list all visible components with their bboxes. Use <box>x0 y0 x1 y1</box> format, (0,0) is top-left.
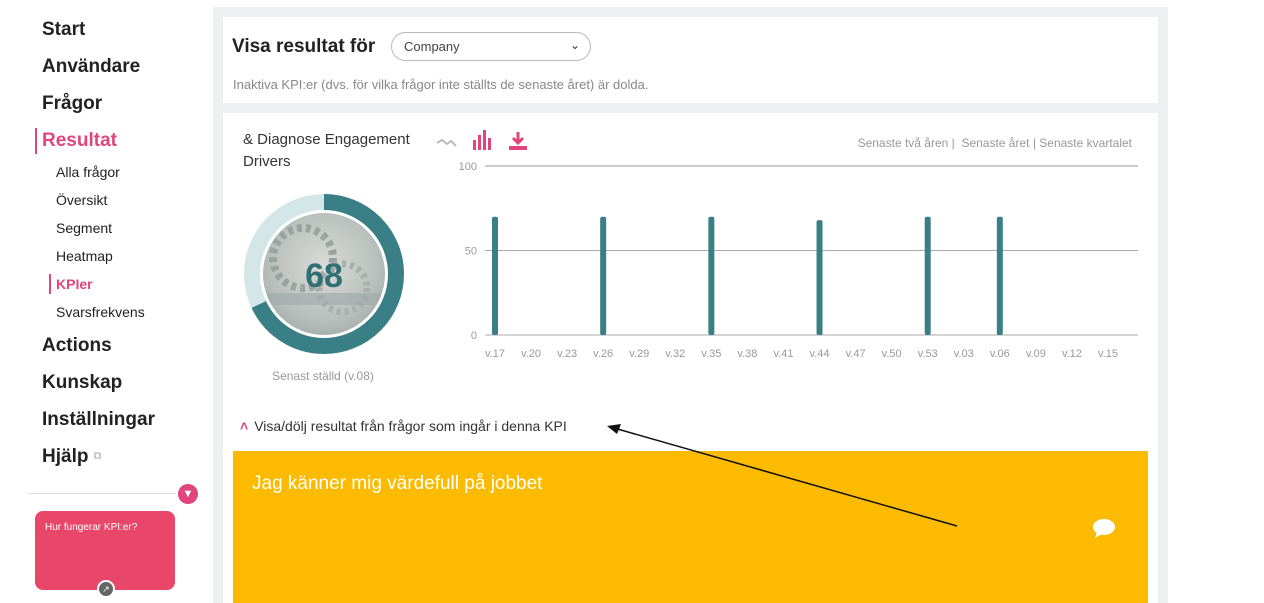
chart-bar[interactable] <box>924 216 931 335</box>
x-tick-label: v.17 <box>485 348 505 360</box>
last-asked-label: Senast ställd (v.08) <box>272 369 374 383</box>
kpi-title: & Diagnose Engagement Drivers <box>243 131 410 170</box>
active-indicator <box>35 128 37 154</box>
bar-chart-icon[interactable] <box>472 130 492 150</box>
kpi-card: & Diagnose Engagement Drivers 68 Senast … <box>223 113 1158 603</box>
x-tick-label: v.41 <box>773 348 793 360</box>
subnav-svarsfrekvens[interactable]: Svarsfrekvens <box>56 304 145 320</box>
x-tick-label: v.20 <box>521 348 541 360</box>
chart-bar[interactable] <box>492 216 498 335</box>
period-last-year[interactable]: Senaste året <box>961 136 1029 150</box>
x-tick-label: v.29 <box>629 348 649 360</box>
org-select-value: Company <box>404 39 460 54</box>
x-tick-label: v.35 <box>701 348 721 360</box>
comment-icon[interactable] <box>1091 518 1117 540</box>
sidebar-divider <box>28 493 176 494</box>
nav-installningar[interactable]: Inställningar <box>42 409 155 431</box>
y-tick-label: 50 <box>465 246 477 258</box>
line-chart-icon[interactable] <box>436 135 458 149</box>
toggle-questions[interactable]: ˄ Visa/dölj resultat från frågor som ingå… <box>240 418 567 434</box>
x-tick-label: v.47 <box>846 348 866 360</box>
chart-bar[interactable] <box>708 216 715 335</box>
y-tick-label: 100 <box>459 161 477 173</box>
filter-card: Visa resultat för Company ⌄ Inaktiva KPI… <box>223 17 1158 103</box>
chart-bar[interactable] <box>816 220 823 335</box>
x-tick-label: v.03 <box>954 348 974 360</box>
filter-title: Visa resultat för <box>232 36 376 57</box>
inactive-kpi-note: Inaktiva KPI:er (dvs. för vilka frågor i… <box>233 77 649 92</box>
subnav-segment[interactable]: Segment <box>56 220 112 236</box>
subnav-oversikt[interactable]: Översikt <box>56 192 107 208</box>
sidebar: Start Användare Frågor Resultat Alla frå… <box>0 0 212 603</box>
subnav-alla-fragor[interactable]: Alla frågor <box>56 164 120 180</box>
x-tick-label: v.23 <box>557 348 577 360</box>
nav-hjalp-label: Hjälp <box>42 446 89 467</box>
y-tick-label: 0 <box>471 330 477 342</box>
external-link-icon: ⧉ <box>93 450 102 462</box>
x-tick-label: v.50 <box>882 348 902 360</box>
toggle-questions-label: Visa/dölj resultat från frågor som ingår… <box>254 418 567 434</box>
x-tick-label: v.38 <box>737 348 757 360</box>
org-select[interactable]: Company ⌄ <box>391 32 591 61</box>
subnav-heatmap[interactable]: Heatmap <box>56 248 113 264</box>
nav-anvandare[interactable]: Användare <box>42 56 140 78</box>
kpi-bar-chart: 0 50 100 v.17 v.20 v.23 v.26 v.29 v.32 v.35 v.38 v.… <box>459 161 1138 360</box>
nav-actions[interactable]: Actions <box>42 335 112 357</box>
help-card-text: Hur fungerar KPI:er? <box>45 522 138 533</box>
expand-arrow-icon[interactable]: ↗ <box>97 580 115 598</box>
period-two-years[interactable]: Senaste två åren <box>858 136 949 150</box>
kpi-score-gauge: 68 <box>244 194 404 354</box>
nav-fragor[interactable]: Frågor <box>42 93 102 115</box>
x-tick-label: v.53 <box>918 348 938 360</box>
x-tick-label: v.12 <box>1062 348 1082 360</box>
download-icon[interactable] <box>508 131 528 151</box>
nav-start[interactable]: Start <box>42 19 85 41</box>
help-card[interactable]: Hur fungerar KPI:er? ↗ <box>35 511 175 598</box>
x-tick-label: v.44 <box>810 348 830 360</box>
x-tick-label: v.15 <box>1098 348 1118 360</box>
chevron-down-icon: ⌄ <box>569 38 580 52</box>
question-card[interactable]: Jag känner mig värdefull på jobbet <box>233 451 1148 603</box>
chevron-up-icon: ˄ <box>240 418 249 434</box>
chart-bar[interactable] <box>996 216 1003 335</box>
x-tick-label: v.06 <box>990 348 1010 360</box>
kpi-score: 68 <box>305 257 343 295</box>
period-last-quarter[interactable]: Senaste kvartalet <box>1039 136 1132 150</box>
subnav-kpier[interactable]: KPIer <box>56 276 93 292</box>
nav-kunskap[interactable]: Kunskap <box>42 372 122 394</box>
chart-bar[interactable] <box>600 216 607 335</box>
x-tick-label: v.26 <box>593 348 613 360</box>
x-tick-label: v.32 <box>665 348 685 360</box>
nav-hjalp[interactable]: Hjälp ⧉ <box>42 446 101 468</box>
sub-active-indicator <box>49 274 51 294</box>
period-selector: Senaste två åren | Senaste året | Senast… <box>857 136 1132 150</box>
question-text: Jag känner mig värdefull på jobbet <box>252 473 543 494</box>
collapse-chevron-icon[interactable]: ▼ <box>178 484 198 504</box>
x-tick-label: v.09 <box>1026 348 1046 360</box>
nav-resultat[interactable]: Resultat <box>42 130 117 152</box>
